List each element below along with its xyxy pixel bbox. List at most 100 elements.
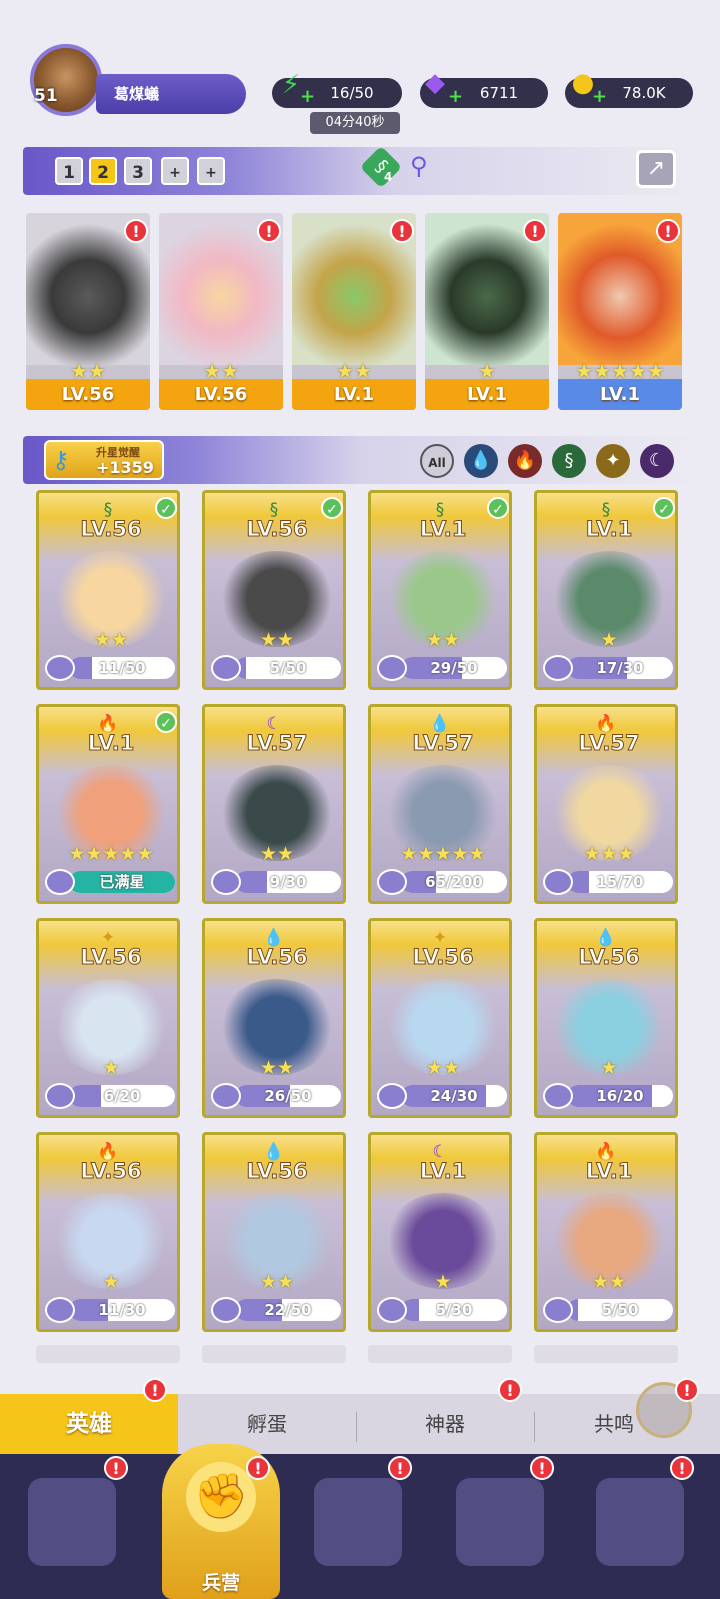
hero-level: LV.56	[80, 1159, 142, 1184]
card-partial	[368, 1345, 512, 1363]
alert-badge: !	[246, 1456, 270, 1480]
filter-all-button[interactable]: All	[420, 444, 454, 478]
shard-icon	[543, 1297, 573, 1323]
filter-dark-icon[interactable]: ☾	[640, 444, 674, 478]
hero-level: LV.56	[578, 945, 640, 970]
gem-plus-icon[interactable]: +	[448, 86, 463, 107]
team-hero-2[interactable]: ★★ LV.56	[159, 213, 283, 410]
hero-stars: ★	[102, 1271, 120, 1293]
shard-progress-bar: 6/20	[69, 1085, 175, 1107]
alert-badge: !	[523, 219, 547, 243]
shard-progress-text: 22/50	[264, 1301, 312, 1319]
shard-progress-text: 24/30	[430, 1087, 478, 1105]
share-icon[interactable]: ↗	[636, 150, 676, 188]
check-icon: ✓	[653, 497, 675, 519]
castle-icon[interactable]	[456, 1478, 544, 1566]
shard-icon	[45, 1297, 75, 1323]
team-slot-add-2[interactable]: +	[197, 157, 225, 185]
shard-progress-bar: 5/50	[567, 1299, 673, 1321]
hero-level: LV.1	[585, 1159, 633, 1184]
shard-icon	[377, 869, 407, 895]
team-hero-1[interactable]: ★★ LV.56	[26, 213, 150, 410]
hero-level: LV.1	[419, 517, 467, 542]
team-hero-5[interactable]: ★★★★★ LV.1	[558, 213, 682, 410]
cards-icon[interactable]	[28, 1478, 116, 1566]
hero-level: LV.56	[80, 517, 142, 542]
alert-badge: !	[124, 219, 148, 243]
team-hero-4[interactable]: ★ LV.1	[425, 213, 549, 410]
hero-card[interactable]: 💧 LV.56 ★ 16/20	[534, 918, 678, 1118]
shard-progress-text: 65/200	[425, 873, 483, 891]
team-slot-3[interactable]: 3	[124, 157, 152, 185]
shard-progress-bar: 16/20	[567, 1085, 673, 1107]
hero-card[interactable]: 💧 LV.56 ★★ 26/50	[202, 918, 346, 1118]
shard-progress-text: 9/30	[269, 873, 307, 891]
alert-badge: !	[390, 219, 414, 243]
energy-plus-icon[interactable]: +	[300, 86, 315, 107]
player-name[interactable]: 葛煤蟻	[96, 74, 246, 114]
awaken-value: +1359	[96, 458, 154, 477]
hero-card[interactable]: ✦ LV.56 ★ 6/20	[36, 918, 180, 1118]
player-level: 51	[34, 86, 58, 106]
hero-card[interactable]: ☾ LV.1 ★ 5/30	[368, 1132, 512, 1332]
shard-progress-text: 17/30	[596, 659, 644, 677]
hero-card[interactable]: § LV.56 ★★ 5/50 ✓	[202, 490, 346, 690]
filter-fire-icon[interactable]: 🔥	[508, 444, 542, 478]
shard-icon	[377, 1297, 407, 1323]
check-icon: ✓	[487, 497, 509, 519]
team-slot-add-1[interactable]: +	[161, 157, 189, 185]
filter-water-icon[interactable]: 💧	[464, 444, 498, 478]
shard-progress-bar: 15/70	[567, 871, 673, 893]
hero-level: LV.56	[26, 379, 150, 410]
hero-level: LV.56	[159, 379, 283, 410]
alert-badge: !	[257, 219, 281, 243]
gem-icon: ◆	[425, 68, 445, 98]
energy-timer: 04分40秒	[310, 112, 400, 134]
team-hero-3[interactable]: ★★ LV.1	[292, 213, 416, 410]
hero-stars: ★★★	[583, 843, 635, 865]
filter-wind-icon[interactable]: §	[552, 444, 586, 478]
hero-level: LV.1	[292, 379, 416, 410]
hero-card[interactable]: § LV.1 ★ 17/30 ✓	[534, 490, 678, 690]
filter-light-icon[interactable]: ✦	[596, 444, 630, 478]
hero-stars: ★	[434, 1271, 452, 1293]
hero-card[interactable]: 🔥 LV.1 ★★ 5/50	[534, 1132, 678, 1332]
gold-plus-icon[interactable]: +	[592, 86, 607, 107]
tab-heroes[interactable]: 英雄	[0, 1394, 178, 1454]
hero-card[interactable]: ✦ LV.56 ★★ 24/30	[368, 918, 512, 1118]
hero-card[interactable]: 🔥 LV.57 ★★★ 15/70	[534, 704, 678, 904]
alert-badge: !	[143, 1378, 167, 1402]
hero-level: LV.1	[558, 379, 682, 410]
shard-icon	[211, 1083, 241, 1109]
shard-icon	[377, 655, 407, 681]
shard-progress-bar: 5/50	[235, 657, 341, 679]
barracks-icon: ✊	[186, 1462, 256, 1532]
hero-card[interactable]: 💧 LV.56 ★★ 22/50	[202, 1132, 346, 1332]
shard-icon	[543, 1083, 573, 1109]
alert-badge: !	[670, 1456, 694, 1480]
guild-icon[interactable]	[596, 1478, 684, 1566]
shard-progress-text: 已满星	[99, 873, 145, 891]
team-slot-2[interactable]: 2	[89, 157, 117, 185]
hero-card[interactable]: 🔥 LV.56 ★ 11/30	[36, 1132, 180, 1332]
shard-progress-bar: 11/30	[69, 1299, 175, 1321]
shard-progress-bar: 11/50	[69, 657, 175, 679]
shard-icon	[211, 655, 241, 681]
hero-stars: ★★	[259, 629, 295, 651]
hero-stars: ★★★★★	[68, 843, 154, 865]
shard-progress-text: 6/20	[103, 1087, 141, 1105]
hero-level: LV.56	[80, 945, 142, 970]
hero-card[interactable]: 🔥 LV.1 ★★★★★ 已满星 ✓	[36, 704, 180, 904]
hero-card[interactable]: 💧 LV.57 ★★★★★ 65/200	[368, 704, 512, 904]
hero-card[interactable]: § LV.1 ★★ 29/50 ✓	[368, 490, 512, 690]
hero-card[interactable]: § LV.56 ★★ 11/50 ✓	[36, 490, 180, 690]
hero-level: LV.1	[585, 517, 633, 542]
search-icon[interactable]: ⚲	[410, 152, 428, 180]
map-icon[interactable]	[314, 1478, 402, 1566]
hero-level: LV.56	[246, 517, 308, 542]
hero-card[interactable]: ☾ LV.57 ★★ 9/30	[202, 704, 346, 904]
team-slot-1[interactable]: 1	[55, 157, 83, 185]
tab-artifact[interactable]: 神器	[356, 1394, 534, 1454]
card-partial	[36, 1345, 180, 1363]
alert-badge: !	[675, 1378, 699, 1402]
